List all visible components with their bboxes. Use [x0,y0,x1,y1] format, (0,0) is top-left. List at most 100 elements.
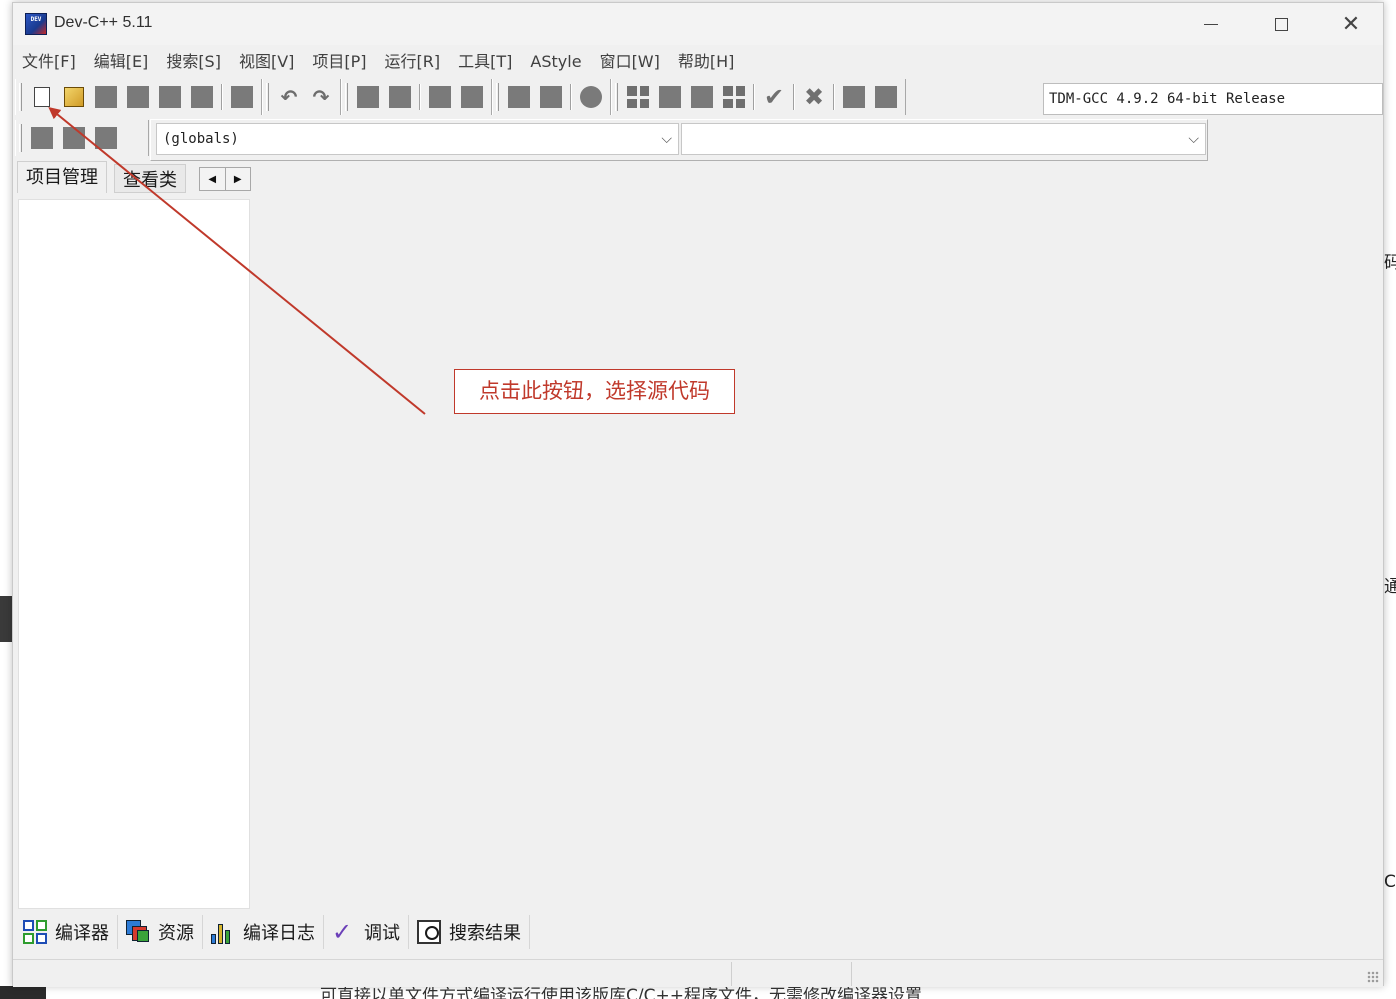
profile-button[interactable] [838,81,870,113]
menu-help[interactable]: 帮助[H] [670,49,743,75]
menu-bar: 文件[F] 编辑[E] 搜索[S] 视图[V] 项目[P] 运行[R] 工具[T… [13,49,1383,75]
run-icon [659,86,681,108]
compile-run-button[interactable] [686,81,718,113]
toolbar-grip[interactable] [19,124,22,152]
status-divider [851,962,852,986]
tab-class-browser[interactable]: 查看类 [114,164,186,193]
check-icon: ✔ [763,83,785,111]
background-page-left [0,0,12,999]
tab-resources[interactable]: 资源 [118,915,203,949]
close-file-icon [159,86,181,108]
syntax-check-button[interactable]: ✔ [758,81,790,113]
open-file-button[interactable] [58,81,90,113]
annotation-callout: 点击此按钮，选择源代码 [454,369,735,414]
scope-select[interactable]: (globals) ⌵ [156,123,679,155]
undo-button[interactable]: ↶ [273,81,305,113]
save-button[interactable] [90,81,122,113]
search-results-icon [417,920,441,944]
insert-icon [31,127,53,149]
minimize-button[interactable] [1176,3,1246,45]
tab-search-results[interactable]: 搜索结果 [409,915,530,949]
add-to-project-button[interactable] [503,81,535,113]
menu-file[interactable]: 文件[F] [13,49,84,75]
background-bottom-text: 可直接以单文件方式编译运行使用该版库C/C++程序文件，无需修改编译器设置 [320,986,922,999]
find-next-icon [429,86,451,108]
replace-button[interactable] [384,81,416,113]
rebuild-all-button[interactable] [718,81,750,113]
run-button[interactable] [654,81,686,113]
tab-compiler[interactable]: 编译器 [15,915,118,949]
remove-from-project-button[interactable] [535,81,567,113]
open-folder-icon [64,87,84,107]
tab-compile-log-label: 编译日志 [243,923,315,944]
tab-scroll-right-button[interactable]: ▶ [226,168,251,190]
toolbar-grip[interactable] [266,83,269,111]
delete-profile-button[interactable] [870,81,902,113]
profile-icon [843,86,865,108]
tab-debug[interactable]: ✓ 调试 [324,915,409,949]
toolbar-grip[interactable] [19,83,22,111]
editor-area[interactable] [253,161,1383,913]
remove-from-project-icon [540,86,562,108]
minimize-icon [1204,23,1218,25]
bottom-panel-tabs: 编译器 资源 编译日志 ✓ 调试 搜索结果 [15,915,530,949]
background-char-3: C [1384,872,1396,892]
compiler-select[interactable]: TDM-GCC 4.9.2 64-bit Release [1043,83,1383,115]
menu-search[interactable]: 搜索[S] [158,49,229,75]
devcpp-window: DEV Dev-C++ 5.11 ✕ 文件[F] 编辑[E] 搜索[S] 视图[… [12,2,1384,987]
toolbar-grip[interactable] [615,83,618,111]
devcpp-app-icon: DEV [25,13,47,35]
project-tree-pane[interactable] [18,199,250,909]
find-button[interactable] [352,81,384,113]
save-all-button[interactable] [122,81,154,113]
tab-debug-label: 调试 [364,923,400,944]
project-options-button[interactable] [575,81,607,113]
stop-icon: ✖ [803,83,825,111]
menu-edit[interactable]: 编辑[E] [86,49,157,75]
stop-execution-button[interactable]: ✖ [798,81,830,113]
menu-window[interactable]: 窗口[W] [592,49,668,75]
menu-astyle[interactable]: AStyle [522,49,589,75]
menu-project[interactable]: 项目[P] [304,49,374,75]
compile-run-icon [691,86,713,108]
toolbar-grip[interactable] [345,83,348,111]
save-icon [95,86,117,108]
goto-line-button[interactable] [456,81,488,113]
close-icon: ✕ [1341,11,1361,37]
find-next-button[interactable] [424,81,456,113]
menu-tools[interactable]: 工具[T] [450,49,520,75]
rebuild-all-icon [723,86,745,108]
menu-view[interactable]: 视图[V] [231,49,302,75]
chevron-down-icon: ⌵ [1188,131,1199,147]
toolbar-grip[interactable] [496,83,499,111]
close-all-button[interactable] [186,81,218,113]
tab-scroll-left-button[interactable]: ◀ [200,168,226,190]
goto-bookmark-button[interactable] [90,122,122,154]
tab-compiler-label: 编译器 [55,923,109,944]
title-bar[interactable]: DEV Dev-C++ 5.11 ✕ [13,3,1383,45]
resize-grip[interactable] [1367,971,1379,983]
tab-scroll-controls: ◀ ▶ [199,167,251,191]
new-file-icon [34,87,50,107]
close-button[interactable]: ✕ [1316,3,1386,45]
close-all-icon [191,86,213,108]
toggle-bookmark-button[interactable] [58,122,90,154]
background-dark-strip [0,596,12,642]
toolbar-separator [833,84,835,110]
toolbar-separator [753,84,755,110]
tab-compile-log[interactable]: 编译日志 [203,915,324,949]
close-file-button[interactable] [154,81,186,113]
member-select[interactable]: ⌵ [681,123,1206,155]
print-button[interactable] [226,81,258,113]
new-file-button[interactable] [26,81,58,113]
delete-profile-icon [875,86,897,108]
insert-button[interactable] [26,122,58,154]
tab-project-manager[interactable]: 项目管理 [17,161,107,193]
redo-button[interactable]: ↷ [305,81,337,113]
compile-button[interactable] [622,81,654,113]
add-to-project-icon [508,86,530,108]
menu-run[interactable]: 运行[R] [377,49,449,75]
save-all-icon [127,86,149,108]
maximize-button[interactable] [1246,3,1316,45]
tab-search-results-label: 搜索结果 [449,923,521,944]
